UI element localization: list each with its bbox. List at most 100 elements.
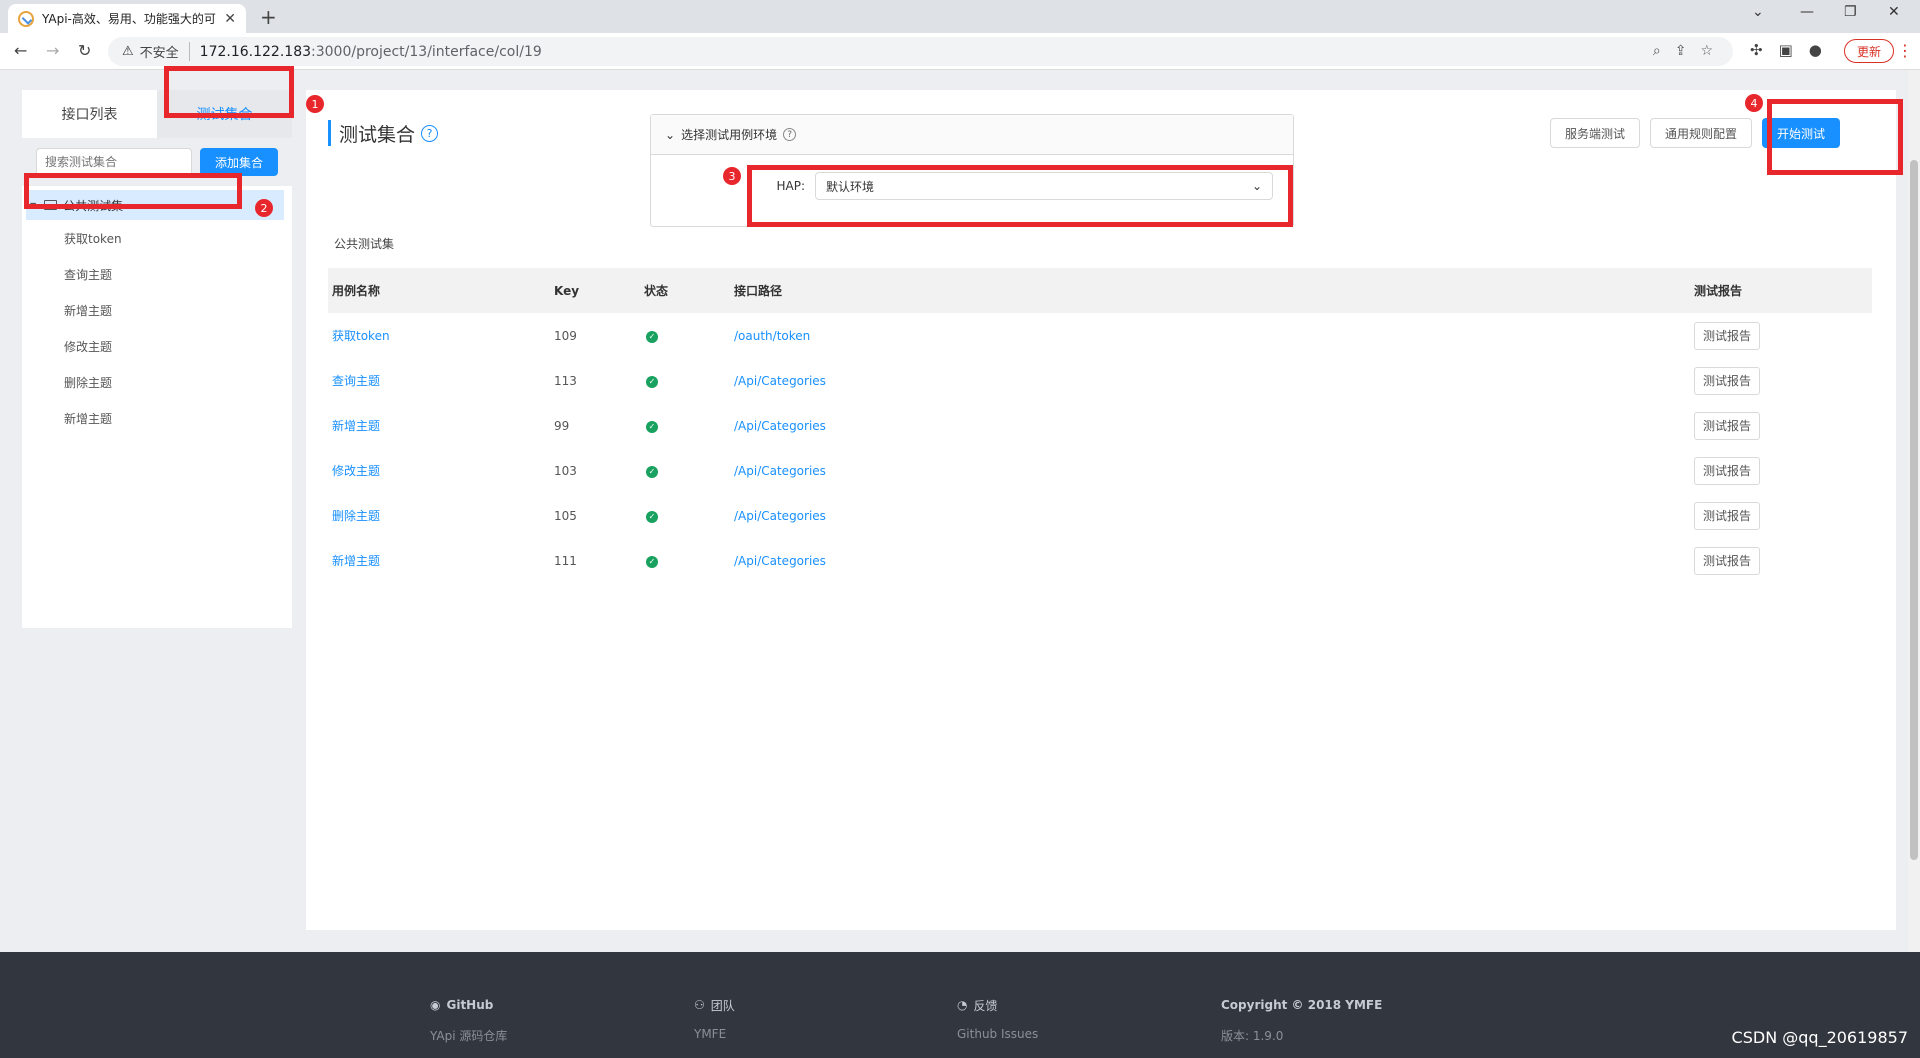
csdn-watermark: CSDN @qq_20619857 xyxy=(1731,1028,1908,1047)
test-case-table: 用例名称 Key 状态 接口路径 测试报告 获取token 109 ✓ /oauth/… xyxy=(328,268,1872,583)
tree-item[interactable]: 新增主题 xyxy=(22,400,292,436)
case-path-link[interactable]: /Api/Categories xyxy=(734,554,826,568)
annotation-box-3 xyxy=(747,165,1293,227)
table-row: 修改主题 103 ✓ /Api/Categories 测试报告 xyxy=(328,448,1872,493)
feedback-icon: ◔ xyxy=(957,998,968,1012)
add-collection-button[interactable]: 添加集合 xyxy=(200,148,278,176)
minimize-icon[interactable]: — xyxy=(1800,4,1814,20)
github-icon: ◉ xyxy=(430,998,441,1012)
side-panel-icon[interactable]: ▣ xyxy=(1779,41,1793,59)
annotation-number-1: 1 xyxy=(306,95,324,113)
footer-team-link[interactable]: YMFE xyxy=(694,1027,735,1041)
profile-icon[interactable]: ● xyxy=(1809,41,1822,59)
footer-col-github: ◉ GitHub YApi 源码仓库 xyxy=(430,997,507,1044)
sidebar: 接口列表 测试集合 添加集合 ▼ 公共测试集 获取token 查询主题 新增主题… xyxy=(22,90,292,628)
footer-version: 版本: 1.9.0 xyxy=(1221,1029,1284,1043)
share-icon[interactable]: ⇪ xyxy=(1675,43,1687,59)
chevron-down-icon: ⌄ xyxy=(665,127,676,142)
tree-item[interactable]: 查询主题 xyxy=(22,256,292,292)
zoom-icon[interactable]: ⌕ xyxy=(1653,43,1661,59)
case-path-link[interactable]: /Api/Categories xyxy=(734,419,826,433)
close-tab-icon[interactable]: ✕ xyxy=(224,11,236,27)
case-name-link[interactable]: 查询主题 xyxy=(332,374,380,388)
success-check-icon: ✓ xyxy=(646,510,658,523)
collection-name: 公共测试集 xyxy=(334,237,395,251)
page-scrollbar[interactable] xyxy=(1908,70,1920,952)
test-report-button[interactable]: 测试报告 xyxy=(1694,411,1760,440)
page-title: 测试集合 ? xyxy=(328,120,439,146)
url-host: 172.16.122.183 xyxy=(199,43,312,60)
tree-item[interactable]: 新增主题 xyxy=(22,292,292,328)
server-test-button[interactable]: 服务端测试 xyxy=(1549,118,1640,148)
app-content: 接口列表 测试集合 添加集合 ▼ 公共测试集 获取token 查询主题 新增主题… xyxy=(0,66,1920,952)
annotation-box-4 xyxy=(1767,99,1903,175)
success-check-icon: ✓ xyxy=(646,330,658,343)
window-close-icon[interactable]: ✕ xyxy=(1888,4,1900,20)
update-button[interactable]: 更新 xyxy=(1844,39,1894,63)
search-collection-input[interactable] xyxy=(36,148,192,176)
footer-github-title: ◉ GitHub xyxy=(430,998,494,1012)
forward-icon[interactable]: → xyxy=(46,41,59,60)
table-header: 用例名称 Key 状态 接口路径 测试报告 xyxy=(328,268,1872,313)
case-path-link[interactable]: /Api/Categories xyxy=(734,509,826,523)
footer-github-link[interactable]: YApi 源码仓库 xyxy=(430,1027,507,1044)
annotation-number-4: 4 xyxy=(1745,94,1763,112)
new-tab-icon[interactable]: + xyxy=(260,5,277,29)
case-name-link[interactable]: 新增主题 xyxy=(332,554,380,568)
extensions-icon[interactable]: ✣ xyxy=(1750,41,1763,59)
table-row: 新增主题 99 ✓ /Api/Categories 测试报告 xyxy=(328,403,1872,448)
success-check-icon: ✓ xyxy=(646,375,658,388)
scrollbar-thumb[interactable] xyxy=(1910,160,1918,860)
case-name-link[interactable]: 删除主题 xyxy=(332,509,380,523)
tab-interface-list[interactable]: 接口列表 xyxy=(22,90,157,138)
table-body: 获取token 109 ✓/oauth/token 测试报告 查询主题 113 ✓/Api/… xyxy=(328,313,1872,583)
reload-icon[interactable]: ↻ xyxy=(78,41,91,60)
header-status: 状态 xyxy=(644,284,669,298)
env-panel-header[interactable]: ⌄ 选择测试用例环境 ? xyxy=(651,115,1293,155)
footer-col-feedback: ◔ 反馈 Github Issues xyxy=(957,997,1038,1041)
header-case-name: 用例名称 xyxy=(332,284,381,298)
yapi-favicon-icon xyxy=(18,10,34,27)
test-report-button[interactable]: 测试报告 xyxy=(1694,501,1760,530)
help-icon[interactable]: ? xyxy=(421,124,439,142)
case-key: 109 xyxy=(554,328,577,343)
footer-feedback-title: ◔ 反馈 xyxy=(957,998,998,1013)
back-icon[interactable]: ← xyxy=(14,41,27,60)
footer-team-title: ⚇ 团队 xyxy=(694,998,735,1013)
case-key: 99 xyxy=(554,418,570,433)
rule-config-button[interactable]: 通用规则配置 xyxy=(1649,118,1752,148)
url-path: :3000/project/13/interface/col/19 xyxy=(311,43,542,60)
browser-tab[interactable]: YApi-高效、易用、功能强大的可 ✕ xyxy=(8,4,246,33)
case-key: 103 xyxy=(554,463,577,478)
address-bar[interactable]: ⚠ 不安全 172.16.122.183 :3000/project/13/in… xyxy=(108,37,1733,66)
test-report-button[interactable]: 测试报告 xyxy=(1694,546,1760,575)
case-name-link[interactable]: 修改主题 xyxy=(332,464,380,478)
tree-item[interactable]: 修改主题 xyxy=(22,328,292,364)
case-path-link[interactable]: /Api/Categories xyxy=(734,374,826,388)
browser-menu-icon[interactable]: ⋮ xyxy=(1897,41,1913,60)
case-name-link[interactable]: 获取token xyxy=(332,329,390,343)
bookmark-star-icon[interactable]: ☆ xyxy=(1700,43,1713,59)
test-report-button[interactable]: 测试报告 xyxy=(1694,366,1760,395)
test-report-button[interactable]: 测试报告 xyxy=(1694,321,1760,350)
insecure-label: 不安全 xyxy=(140,42,190,61)
footer-feedback-link[interactable]: Github Issues xyxy=(957,1027,1038,1041)
case-name-link[interactable]: 新增主题 xyxy=(332,419,380,433)
tree-item[interactable]: 删除主题 xyxy=(22,364,292,400)
browser-tabstrip: YApi-高效、易用、功能强大的可 ✕ + ⌄ — ❐ ✕ xyxy=(0,0,1920,33)
footer-col-team: ⚇ 团队 YMFE xyxy=(694,997,735,1041)
case-key: 105 xyxy=(554,508,577,523)
case-path-link[interactable]: /oauth/token xyxy=(734,329,810,343)
table-row: 删除主题 105 ✓ /Api/Categories 测试报告 xyxy=(328,493,1872,538)
success-check-icon: ✓ xyxy=(646,555,658,568)
footer-copyright: Copyright © 2018 YMFE xyxy=(1221,998,1383,1012)
test-report-button[interactable]: 测试报告 xyxy=(1694,456,1760,485)
tab-title: YApi-高效、易用、功能强大的可 xyxy=(42,12,216,26)
annotation-number-3: 3 xyxy=(723,167,741,185)
case-path-link[interactable]: /Api/Categories xyxy=(734,464,826,478)
env-help-icon[interactable]: ? xyxy=(783,128,797,141)
tree-item[interactable]: 获取token xyxy=(22,220,292,256)
tab-search-icon[interactable]: ⌄ xyxy=(1752,4,1764,20)
table-row: 新增主题 111 ✓ /Api/Categories 测试报告 xyxy=(328,538,1872,583)
restore-icon[interactable]: ❐ xyxy=(1844,4,1857,20)
